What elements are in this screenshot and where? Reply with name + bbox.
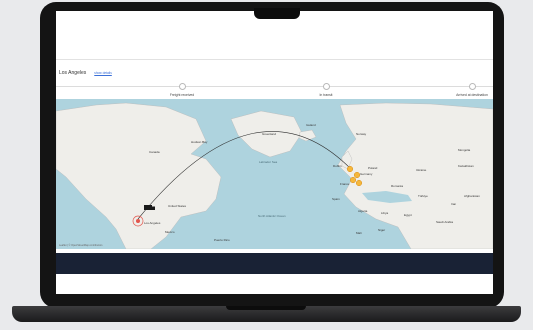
map-label-canada: Canada <box>149 150 160 154</box>
map-label-dublin: Dublin <box>333 164 342 168</box>
map-label-niger: Niger <box>378 228 385 232</box>
footer-bar <box>56 253 493 274</box>
show-details-link[interactable]: show details <box>94 71 112 75</box>
map-label-poland: Poland <box>368 166 378 170</box>
map-label-iran: Iran <box>451 202 457 206</box>
route-map[interactable]: Greenland Iceland Canada United States M… <box>56 99 493 249</box>
map-attribution[interactable]: Leaflet | © OpenStreetMap contributors <box>59 244 103 247</box>
map-label-germany: Germany <box>360 172 373 176</box>
bottom-area <box>56 274 493 294</box>
map-label-greenland: Greenland <box>262 132 276 136</box>
milestone-dot <box>178 83 186 90</box>
map-label-egypt: Egypt <box>404 213 412 217</box>
screen: Los Angeles show details Freight receive… <box>56 11 493 294</box>
progress-track <box>56 86 493 87</box>
map-label-kazakhstan: Kazakhstan <box>458 164 474 168</box>
map-label-ukraine: Ukraine <box>416 168 427 172</box>
map-label-los-angeles: Los Angeles <box>144 221 161 225</box>
eurasia-africa-land <box>337 102 493 249</box>
map-label-mexico: Mexico <box>165 230 175 234</box>
milestone-dot <box>322 83 330 90</box>
map-label-norway: Norway <box>356 132 367 136</box>
shipment-header: Los Angeles show details <box>59 70 112 76</box>
land-masses <box>56 102 493 249</box>
map-label-north-atlantic: North Atlantic Ocean <box>258 214 286 218</box>
map-label-mongolia: Mongolia <box>458 148 471 152</box>
map-label-afghanistan: Afghanistan <box>464 194 480 198</box>
milestone-label: Arrived at destination <box>456 93 488 97</box>
milestone-dot <box>468 83 476 90</box>
map-label-puerto-rico: Puerto Rico <box>214 238 230 242</box>
map-canvas[interactable]: Greenland Iceland Canada United States M… <box>56 99 493 249</box>
map-label-algeria: Algeria <box>358 209 368 213</box>
laptop-base <box>12 306 521 322</box>
milestone-label: Freight received <box>169 93 195 97</box>
map-label-labrador-sea: Labrador Sea <box>259 160 278 164</box>
map-label-mali: Mali <box>356 231 362 235</box>
map-label-france: France <box>340 182 350 186</box>
map-label-turkiye: Türkiye <box>418 194 428 198</box>
map-label-spain: Spain <box>332 197 340 201</box>
laptop-base-notch <box>226 306 306 310</box>
camera-notch <box>254 8 300 19</box>
north-america-land <box>56 102 222 249</box>
map-label-saudi-arabia: Saudi Arabia <box>436 220 453 224</box>
map-label-united-states: United States <box>168 204 187 208</box>
location-title: Los Angeles <box>59 70 87 76</box>
milestone-label: In transit <box>319 93 333 97</box>
map-label-libya: Libya <box>381 211 389 215</box>
map-label-hudson-bay: Hudson Bay <box>191 140 208 144</box>
iceland-land <box>298 129 317 142</box>
map-label-romania: Romania <box>391 184 403 188</box>
map-label-iceland: Iceland <box>306 123 316 127</box>
